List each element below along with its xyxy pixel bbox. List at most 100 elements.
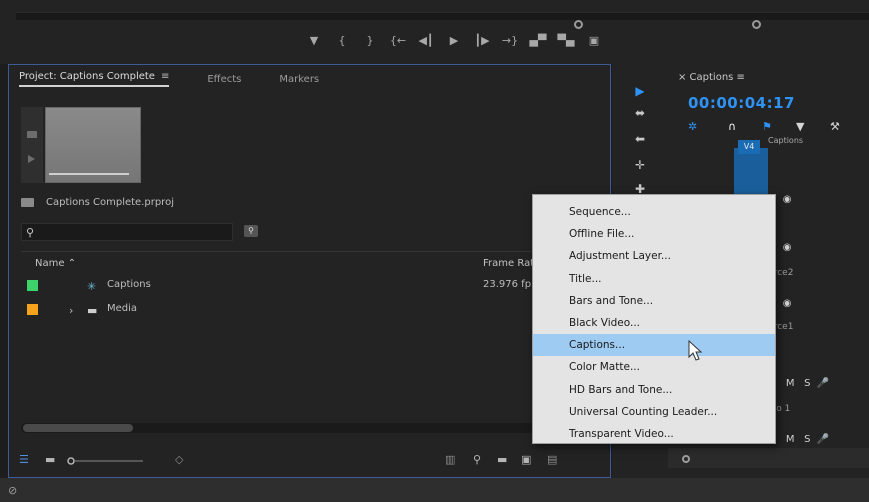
thumbnail-image (45, 107, 141, 183)
thumbnail-scrub[interactable] (49, 173, 129, 175)
item-name: Captions (107, 279, 151, 290)
track-target-v4[interactable]: V4 (738, 140, 760, 154)
scroll-handle[interactable] (682, 455, 690, 463)
track-visibility-controls[interactable]: ⊟ ◉ (768, 298, 869, 312)
menu-item-captions[interactable]: Captions... (533, 334, 775, 357)
project-file: Captions Complete.prproj (21, 197, 174, 208)
label-color-swatch[interactable] (27, 280, 38, 291)
play-icon[interactable]: ▶ (440, 29, 468, 51)
menu-item-offline-file[interactable]: Offline File... (533, 223, 775, 245)
thumbnail-preview (21, 107, 141, 183)
automate-to-sequence-icon[interactable]: ▥ (445, 453, 455, 466)
tab-markers[interactable]: Markers (279, 74, 319, 85)
track-visibility-controls[interactable]: ⇦ ◉ (768, 194, 869, 208)
zoom-handle[interactable] (752, 20, 761, 29)
transport-controls: ▼ { } {← ◀┃ ▶ ┃▶ →} ▄▀ ▀▄ ▣ (300, 28, 608, 52)
divider (21, 251, 601, 252)
track-select-tool-icon[interactable]: ⬌ (630, 106, 650, 120)
mute-button[interactable]: M (786, 434, 795, 445)
list-item[interactable]: ✳ Captions 23.976 fp (21, 275, 601, 297)
camera-icon[interactable] (21, 107, 43, 183)
timeline-scrollbar[interactable] (668, 448, 869, 468)
step-forward-icon[interactable]: ┃▶ (468, 29, 496, 51)
new-item-menu: Sequence... Offline File... Adjustment L… (532, 194, 776, 444)
folder-icon: ▬ (87, 304, 98, 317)
solo-button[interactable]: S (804, 378, 810, 389)
column-name[interactable]: Name ⌃ (35, 258, 76, 269)
mute-button[interactable]: M (786, 378, 795, 389)
menu-item-hd-bars-and-tone[interactable]: HD Bars and Tone... (533, 379, 775, 401)
step-back-icon[interactable]: ◀┃ (412, 29, 440, 51)
tab-project[interactable]: Project: Captions Complete ≡ (19, 71, 170, 87)
playhead-timecode[interactable]: 00:00:04:17 (688, 94, 795, 112)
column-name-label: Name (35, 258, 65, 269)
menu-item-title[interactable]: Title... (533, 268, 775, 290)
search-input[interactable] (22, 224, 232, 240)
captions-track-label: Captions (768, 136, 804, 145)
razor-tool-icon[interactable]: ✛ (630, 158, 650, 172)
panel-tabs: Project: Captions Complete ≡ Effects Mark… (9, 65, 610, 93)
mark-in-icon[interactable]: { (328, 29, 356, 51)
track-visibility-controls[interactable]: ⊟ ◉ (768, 242, 869, 256)
ripple-edit-tool-icon[interactable]: ⬅ (630, 132, 650, 146)
audio-track-controls[interactable]: ⊟ M S 🎤 (768, 378, 869, 392)
new-bin-icon[interactable]: ▬ (497, 453, 507, 466)
snap-icon[interactable]: ∩ (728, 120, 736, 133)
menu-item-color-matte[interactable]: Color Matte... (533, 356, 775, 378)
trash-icon[interactable]: ▤ (547, 453, 557, 466)
mouse-cursor-icon (688, 340, 703, 361)
panel-menu-icon[interactable]: ≡ (161, 71, 169, 82)
solo-button[interactable]: S (804, 434, 810, 445)
status-bar: ⊘ (0, 478, 869, 502)
horizontal-scrollbar[interactable] (21, 423, 601, 433)
find-icon[interactable]: ⚲ (473, 453, 481, 466)
item-frame-rate: 23.976 fp (483, 279, 532, 290)
menu-item-bars-and-tone[interactable]: Bars and Tone... (533, 290, 775, 312)
menu-item-black-video[interactable]: Black Video... (533, 312, 775, 334)
menu-item-transparent-video[interactable]: Transparent Video... (533, 423, 775, 445)
mark-out-icon[interactable]: } (356, 29, 384, 51)
search-field[interactable]: ⚲ (21, 223, 233, 241)
go-to-in-icon[interactable]: {← (384, 29, 412, 51)
go-to-out-icon[interactable]: →} (496, 29, 524, 51)
project-icon (21, 198, 34, 207)
add-marker-icon[interactable]: ▼ (796, 120, 804, 133)
project-panel: Project: Captions Complete ≡ Effects Mark… (8, 64, 611, 478)
search-icon: ⚲ (26, 226, 35, 239)
find-icon[interactable]: ⚲ (244, 225, 258, 237)
scrollbar-thumb[interactable] (23, 424, 133, 432)
menu-item-sequence[interactable]: Sequence... (533, 201, 775, 223)
linked-selection-icon[interactable]: ⚑ (762, 120, 772, 133)
sequence-icon: ✳ (87, 280, 97, 293)
icon-view-icon[interactable]: ▬ (45, 453, 55, 466)
audio-track-controls[interactable]: ⊟ M S 🎤 (768, 434, 869, 448)
nest-icon[interactable]: ✲ (688, 120, 697, 133)
insert-icon[interactable]: ▄▀ (524, 29, 552, 51)
tab-effects[interactable]: Effects (207, 74, 241, 85)
overwrite-icon[interactable]: ▀▄ (552, 29, 580, 51)
new-item-icon[interactable]: ▣ (521, 453, 531, 466)
item-name: Media (107, 303, 138, 314)
wrench-icon[interactable]: ⚒ (830, 120, 840, 133)
sort-ascending-icon: ⌃ (67, 258, 77, 269)
tab-sequence-captions[interactable]: × Captions ≡ (678, 72, 745, 83)
marker-icon[interactable]: ▼ (300, 29, 328, 51)
list-header: Name ⌃ Frame Rat (21, 255, 601, 273)
project-panel-footer: ☰ ▬ ◇ ▥ ⚲ ▬ ▣ ▤ (9, 445, 610, 475)
timeline-scrub-bar[interactable] (16, 12, 869, 29)
zoom-slider[interactable] (67, 457, 143, 465)
timeline-tools: ✲ ∩ ⚑ ▼ ⚒ (688, 120, 863, 136)
list-item[interactable]: › ▬ Media (21, 299, 601, 321)
export-frame-icon[interactable]: ▣ (580, 29, 608, 51)
expand-chevron-icon[interactable]: › (69, 304, 73, 317)
status-icon[interactable]: ⊘ (8, 484, 17, 497)
menu-item-universal-counting-leader[interactable]: Universal Counting Leader... (533, 401, 775, 423)
selection-tool-icon[interactable]: ▶ (630, 84, 650, 98)
thumbnail-controls (21, 107, 43, 183)
tab-project-label: Project: Captions Complete (19, 71, 155, 82)
column-frame-rate[interactable]: Frame Rat (483, 258, 534, 269)
label-color-swatch[interactable] (27, 304, 38, 315)
sort-icon[interactable]: ◇ (175, 453, 183, 466)
menu-item-adjustment-layer[interactable]: Adjustment Layer... (533, 245, 775, 267)
list-view-icon[interactable]: ☰ (19, 453, 29, 466)
